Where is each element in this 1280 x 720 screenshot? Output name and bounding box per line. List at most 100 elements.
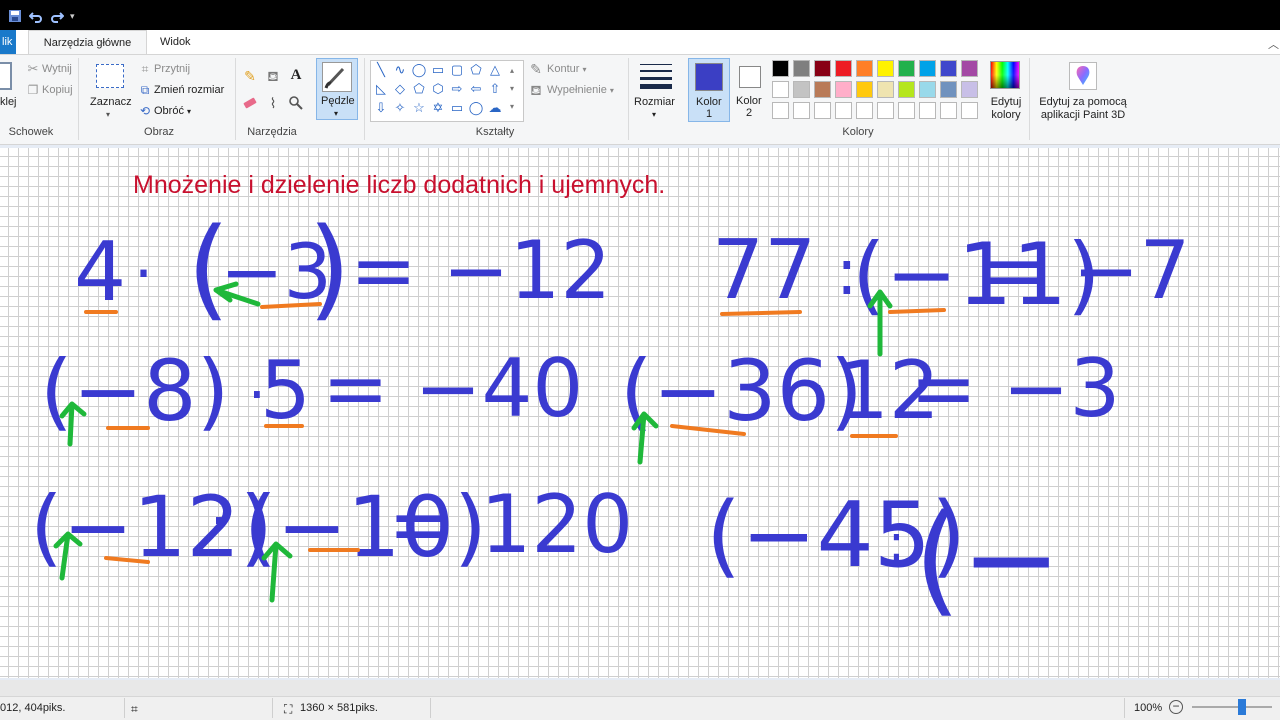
callout-cloud-shape-icon[interactable]: ☁ — [487, 100, 503, 116]
palette-swatch[interactable] — [919, 60, 936, 77]
undo-icon[interactable] — [28, 9, 43, 23]
shapes-scroll-icon[interactable]: ▴ ▾ ▾ — [510, 62, 514, 116]
tab-view[interactable]: Widok — [160, 30, 191, 54]
diamond-shape-icon[interactable]: ◇ — [392, 81, 408, 97]
star-five-shape-icon[interactable]: ☆ — [411, 100, 427, 116]
redo-icon[interactable] — [50, 9, 65, 23]
custom-color-slot[interactable] — [877, 102, 894, 119]
palette-swatch[interactable] — [940, 81, 957, 98]
pencil-icon[interactable]: ✎ — [242, 68, 258, 84]
palette-swatch[interactable] — [772, 81, 789, 98]
magnifier-icon[interactable] — [288, 95, 304, 111]
color1-button[interactable]: Kolor 1 — [688, 58, 730, 122]
custom-color-slot[interactable] — [856, 102, 873, 119]
palette-swatch[interactable] — [877, 81, 894, 98]
handwritten-math: 4 · ( −3 ) = −12 77 : (−11) = −7 (−8) · … — [30, 204, 1190, 629]
triangle-shape-icon[interactable]: △ — [487, 62, 503, 78]
zoom-out-icon[interactable]: − — [1169, 700, 1183, 714]
copy-button[interactable]: Kopiuj — [42, 84, 73, 97]
custom-color-slot[interactable] — [814, 102, 831, 119]
cut-button[interactable]: Wytnij — [42, 63, 72, 76]
select-dropdown-icon[interactable]: ▾ — [106, 108, 110, 121]
select-icon[interactable] — [96, 64, 124, 88]
custom-color-slot[interactable] — [919, 102, 936, 119]
crop-button[interactable]: Przytnij — [154, 63, 190, 76]
palette-swatch[interactable] — [961, 60, 978, 77]
outline-button[interactable]: Kontur ▾ — [547, 63, 587, 76]
color2-button[interactable]: Kolor 2 — [733, 58, 767, 122]
paste-button-label[interactable]: klej — [0, 96, 17, 109]
paint3d-line2: aplikacji Paint 3D — [1040, 109, 1126, 121]
status-bar — [0, 696, 1280, 720]
oval-shape-icon[interactable]: ◯ — [411, 62, 427, 78]
arrow-right-shape-icon[interactable]: ⇨ — [449, 81, 465, 97]
callout-oval-shape-icon[interactable]: ◯ — [468, 100, 484, 116]
custom-color-slot[interactable] — [898, 102, 915, 119]
rounded-rectangle-shape-icon[interactable]: ▢ — [449, 62, 465, 78]
palette-swatch[interactable] — [793, 81, 810, 98]
horizontal-scrollbar[interactable] — [0, 680, 1280, 696]
palette-swatch[interactable] — [856, 81, 873, 98]
brushes-dropdown-icon: ▾ — [334, 109, 339, 118]
zoom-slider-thumb[interactable] — [1237, 699, 1246, 715]
hw-e5-d: = 120 — [388, 478, 633, 571]
custom-color-slot[interactable] — [961, 102, 978, 119]
edit-colors-button[interactable]: Edytuj kolory — [989, 96, 1023, 122]
hexagon-shape-icon[interactable]: ⬡ — [430, 81, 446, 97]
palette-swatch[interactable] — [898, 60, 915, 77]
palette-swatch[interactable] — [856, 60, 873, 77]
arrow-up-shape-icon[interactable]: ⇧ — [487, 81, 503, 97]
arrow-left-shape-icon[interactable]: ⇦ — [468, 81, 484, 97]
palette-swatch[interactable] — [772, 60, 789, 77]
palette-swatch[interactable] — [898, 81, 915, 98]
palette-swatch[interactable] — [877, 60, 894, 77]
eraser-icon[interactable] — [242, 95, 258, 111]
palette-swatch[interactable] — [940, 60, 957, 77]
palette-swatch[interactable] — [814, 81, 831, 98]
rectangle-shape-icon[interactable]: ▭ — [430, 62, 446, 78]
paint3d-button[interactable]: Edytuj za pomocą aplikacji Paint 3D — [1036, 96, 1130, 122]
palette-swatch[interactable] — [793, 60, 810, 77]
palette-swatch[interactable] — [814, 60, 831, 77]
rotate-button[interactable]: Obróć ▾ — [154, 105, 191, 118]
fill-button[interactable]: Wypełnienie ▾ — [547, 84, 614, 97]
tab-file[interactable]: lik — [0, 30, 16, 54]
hw-e1-b: · — [134, 239, 153, 309]
text-tool-icon[interactable]: A — [288, 67, 304, 83]
outline-icon: ✎ — [530, 61, 542, 77]
outline-label: Kontur — [547, 63, 580, 75]
curve-shape-icon[interactable]: ∿ — [392, 62, 408, 78]
star-four-shape-icon[interactable]: ✧ — [392, 100, 408, 116]
edit-colors-icon[interactable] — [990, 61, 1020, 89]
callout-rect-shape-icon[interactable]: ▭ — [449, 100, 465, 116]
save-icon[interactable] — [8, 9, 22, 23]
star-six-shape-icon[interactable]: ✡ — [430, 100, 446, 116]
customize-quick-access-icon[interactable]: ▾ — [70, 9, 80, 23]
pentagon-shape-icon[interactable]: ⬠ — [411, 81, 427, 97]
paste-icon[interactable] — [0, 62, 12, 90]
image-size-icon: ⛶ — [284, 702, 293, 716]
line-shape-icon[interactable]: ╲ — [373, 62, 389, 78]
paint3d-icon[interactable] — [1069, 62, 1097, 90]
palette-swatch[interactable] — [961, 81, 978, 98]
resize-button[interactable]: Zmień rozmiar — [154, 84, 224, 97]
palette-swatch[interactable] — [835, 60, 852, 77]
brushes-button[interactable]: Pędzle ▾ — [316, 58, 358, 120]
custom-color-slot[interactable] — [772, 102, 789, 119]
zoom-slider-track[interactable] — [1192, 706, 1272, 708]
palette-swatch[interactable] — [835, 81, 852, 98]
arrow-down-shape-icon[interactable]: ⇩ — [373, 100, 389, 116]
custom-color-slot[interactable] — [793, 102, 810, 119]
palette-swatch[interactable] — [919, 81, 936, 98]
right-triangle-shape-icon[interactable]: ◺ — [373, 81, 389, 97]
status-separator — [1124, 698, 1125, 718]
fill-bucket-icon[interactable]: ⛾ — [265, 68, 281, 84]
polygon-shape-icon[interactable]: ⬠ — [468, 62, 484, 78]
size-button[interactable]: Rozmiar ▾ — [632, 58, 680, 120]
custom-color-slot[interactable] — [835, 102, 852, 119]
custom-color-slot[interactable] — [940, 102, 957, 119]
select-button-label[interactable]: Zaznacz — [90, 96, 132, 109]
tab-home[interactable]: Narzędzia główne — [28, 30, 147, 55]
collapse-ribbon-icon[interactable]: ︿ — [1268, 36, 1279, 52]
color-picker-icon[interactable]: ⌇ — [265, 95, 281, 111]
